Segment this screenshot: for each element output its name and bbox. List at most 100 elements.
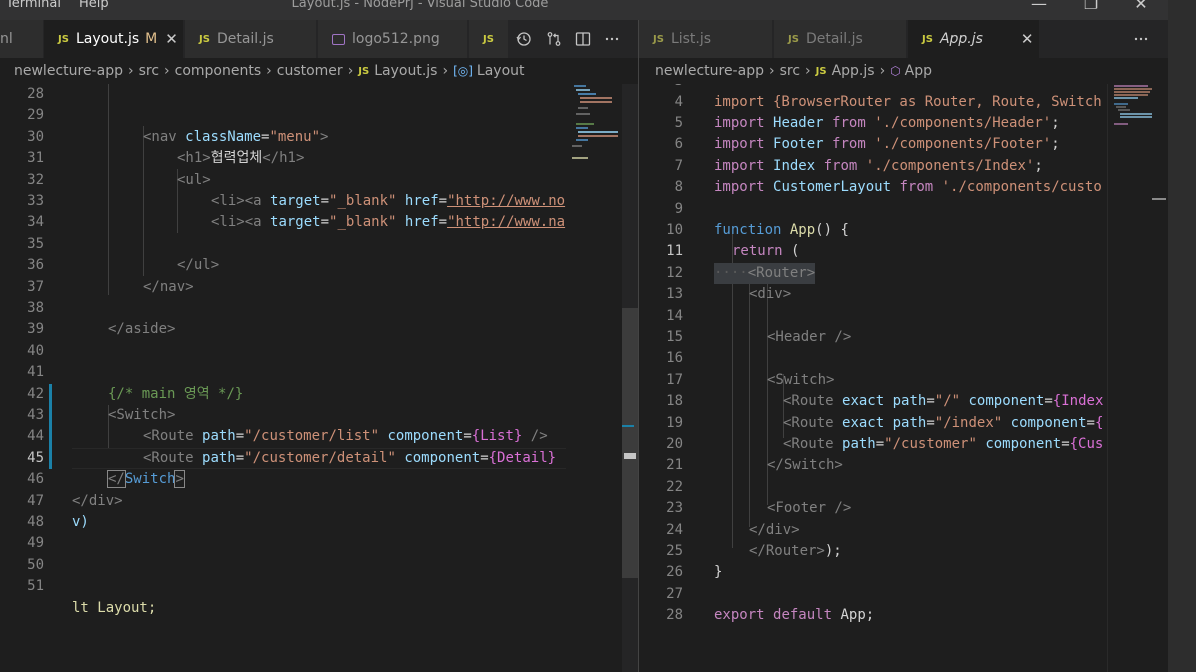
tab-app-js[interactable]: JS App.js ✕ — [908, 20, 1040, 58]
history-icon[interactable] — [510, 20, 538, 58]
maximize-button[interactable]: ❐ — [1068, 0, 1114, 16]
js-icon: JS — [199, 33, 210, 45]
side-strip — [1168, 0, 1196, 672]
modified-badge: M — [145, 31, 158, 47]
close-icon[interactable]: ✕ — [1021, 30, 1034, 48]
js-icon: JS — [358, 65, 370, 77]
line-number: 4 — [674, 93, 683, 110]
breadcrumb: newlecture-app › src › JS App.js › ⬡ App — [655, 58, 1155, 84]
minimize-button[interactable]: — — [1016, 0, 1062, 16]
tab-logo512-png[interactable]: logo512.png — [318, 20, 468, 58]
more-actions-icon[interactable] — [598, 20, 626, 58]
close-icon[interactable]: ✕ — [165, 30, 178, 48]
breadcrumb-item[interactable]: src — [780, 63, 800, 79]
right-code-editor[interactable]: 3 import {BrowserRouter as Router, Route… — [639, 84, 1168, 672]
breadcrumb-item[interactable]: App — [905, 63, 932, 79]
minimap[interactable] — [568, 84, 622, 672]
line-number: 28 — [666, 607, 683, 624]
chevron-right-icon: › — [347, 63, 354, 79]
tab-label: Detail.js — [216, 31, 274, 47]
breadcrumb-item[interactable]: newlecture-app — [14, 63, 123, 79]
tab-html-file[interactable]: nl — [0, 20, 44, 58]
left-code-editor[interactable]: 28 29 <nav className="menu"> 30 <h1>협력업체… — [0, 84, 622, 672]
js-icon: JS — [788, 33, 799, 45]
breadcrumb: newlecture-app › src › components › custome… — [14, 58, 634, 84]
line-number: 35 — [27, 235, 44, 252]
chevron-right-icon: › — [127, 63, 134, 79]
line-number: 11 — [666, 243, 683, 260]
minimap[interactable] — [1107, 84, 1168, 672]
tab-label: App.js — [939, 31, 983, 47]
tab-list-js[interactable]: JS List.js — [639, 20, 773, 58]
tab-js-overflow[interactable]: JS — [469, 20, 509, 58]
line-number: 31 — [27, 150, 44, 167]
line-number: 10 — [666, 222, 683, 238]
symbol-method-icon: ⬡ — [890, 64, 901, 78]
line-number: 47 — [27, 492, 44, 509]
breadcrumb-item[interactable]: customer — [277, 63, 343, 79]
more-actions-icon[interactable] — [1127, 20, 1155, 58]
tab-detail-js[interactable]: JS Detail.js — [185, 20, 317, 58]
code-area[interactable]: 28 29 <nav className="menu"> 30 <h1>협력업체… — [0, 84, 622, 672]
line-number: 28 — [27, 86, 44, 102]
line-number: 19 — [666, 414, 683, 431]
tab-label: Layout.js — [75, 31, 140, 47]
chevron-right-icon: › — [768, 63, 775, 79]
line-number: 9 — [674, 200, 683, 217]
breadcrumb-item[interactable]: Layout.js — [374, 63, 437, 79]
breadcrumb-item[interactable]: newlecture-app — [655, 63, 764, 79]
window-title: Layout.js - NodePrj - Visual Studio Code — [291, 0, 549, 11]
line-number: 7 — [674, 157, 683, 174]
vertical-scrollbar-thumb[interactable] — [622, 308, 638, 578]
js-icon: JS — [922, 33, 933, 45]
line-number: 45 — [27, 449, 44, 466]
js-icon: JS — [653, 33, 664, 45]
chevron-right-icon: › — [442, 63, 449, 79]
line-number: 25 — [666, 543, 683, 559]
line-number: 42 — [27, 385, 44, 402]
line-number: 29 — [27, 107, 44, 124]
tab-detail-js[interactable]: JS Detail.js — [774, 20, 907, 58]
line-number: 51 — [27, 578, 44, 595]
line-number: 40 — [27, 342, 44, 359]
scrollbar-cursor-marker — [624, 453, 636, 459]
symbol-variable-icon: [◎] — [453, 64, 473, 78]
compare-changes-icon[interactable] — [540, 20, 568, 58]
chevron-right-icon: › — [805, 63, 811, 79]
line-number: 18 — [666, 393, 683, 410]
scrollbar-change-marker — [622, 425, 634, 427]
line-number: 32 — [27, 171, 44, 188]
scrollbar-cursor-marker — [1152, 198, 1166, 200]
line-number: 38 — [27, 300, 44, 316]
line-number: 20 — [666, 436, 683, 452]
line-number: 34 — [27, 214, 44, 231]
left-editor-tabs: nl JS Layout.js M ✕ JS Detail.js logo512… — [0, 20, 638, 58]
line-number: 26 — [666, 564, 683, 581]
breadcrumb-item[interactable]: App.js — [832, 63, 875, 79]
js-icon: JS — [815, 65, 827, 77]
tab-layout-js[interactable]: JS Layout.js M ✕ — [44, 20, 184, 58]
close-window-button[interactable]: ✕ — [1118, 0, 1164, 16]
line-number: 5 — [674, 115, 683, 131]
line-number: 46 — [27, 471, 44, 488]
line-number: 41 — [27, 364, 44, 381]
breadcrumb-item[interactable]: src — [139, 63, 159, 79]
right-editor-tabs: JS List.js JS Detail.js JS App.js ✕ — [639, 20, 1168, 58]
line-number: 39 — [27, 321, 44, 338]
tab-label: List.js — [670, 31, 712, 47]
breadcrumb-item[interactable]: components — [175, 63, 262, 79]
line-number: 17 — [666, 371, 683, 388]
line-number: 44 — [27, 428, 44, 445]
line-number: 23 — [666, 500, 683, 517]
code-area[interactable]: 3 import {BrowserRouter as Router, Route… — [639, 84, 1168, 672]
split-editor-icon[interactable] — [569, 20, 597, 58]
line-number: 33 — [27, 193, 44, 209]
line-number: 24 — [666, 521, 683, 538]
line-number: 13 — [666, 286, 683, 303]
line-number: 49 — [27, 535, 44, 552]
line-number: 8 — [674, 179, 683, 196]
title-bar: Terminal Help Layout.js - NodePrj - Visu… — [0, 0, 1168, 20]
breadcrumb-item[interactable]: Layout — [477, 63, 525, 79]
line-number: 36 — [27, 257, 44, 274]
image-icon — [332, 33, 345, 45]
